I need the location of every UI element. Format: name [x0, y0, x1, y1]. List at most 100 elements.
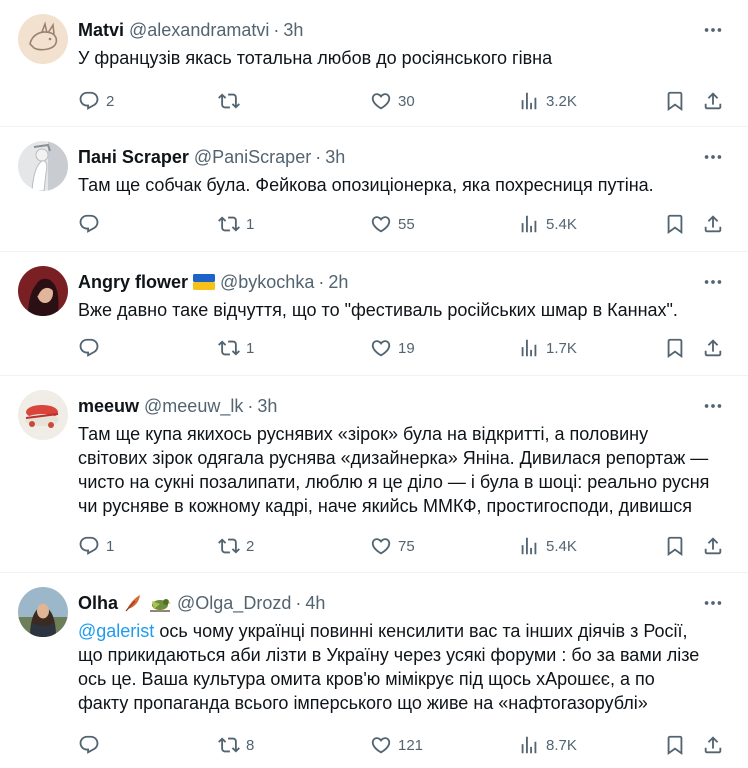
timestamp[interactable]: 3h: [257, 394, 277, 418]
retweet-button[interactable]: 8: [218, 732, 254, 758]
like-count: 121: [398, 736, 424, 754]
user-handle[interactable]: @bykochka: [220, 270, 314, 294]
reply-button[interactable]: 1: [78, 533, 114, 559]
separator-dot: ·: [273, 20, 280, 40]
share-button[interactable]: [702, 732, 724, 758]
retweet-icon: [218, 90, 240, 112]
like-count: 19: [398, 339, 415, 357]
tweet-text-line: світових зірок одягала руснява «дизайнер…: [78, 448, 709, 468]
retweet-button[interactable]: 1: [218, 211, 254, 237]
reply-button[interactable]: [78, 211, 106, 237]
tweet[interactable]: Angry flower @bykochka · 2h Вже давно та…: [0, 252, 748, 376]
retweet-button[interactable]: 2: [218, 533, 254, 559]
retweet-count: 1: [246, 215, 255, 233]
reply-button[interactable]: [78, 335, 106, 361]
tweet-text-segment: ось чому українці повинні кенсилити вас …: [154, 621, 688, 641]
views-button[interactable]: 1.7K: [518, 335, 577, 361]
tweet-text: Вже давно таке відчуття, що то "фестивал…: [78, 300, 678, 320]
reply-button[interactable]: [78, 732, 106, 758]
user-handle[interactable]: @PaniScraper: [194, 145, 311, 169]
retweet-icon: [218, 213, 240, 235]
share-button[interactable]: [702, 88, 724, 114]
tweet[interactable]: Matvi @alexandramatvi · 3h У французів я…: [0, 0, 748, 127]
like-button[interactable]: 19: [370, 335, 415, 361]
avatar[interactable]: [18, 587, 68, 637]
timestamp[interactable]: 3h: [283, 18, 303, 42]
user-handle[interactable]: @alexandramatvi: [129, 18, 269, 42]
display-name[interactable]: Angry flower: [78, 270, 188, 294]
more-options-icon[interactable]: [700, 145, 726, 169]
bookmark-button[interactable]: [664, 88, 686, 114]
bookmark-button[interactable]: [664, 533, 686, 559]
avatar[interactable]: [18, 141, 68, 191]
user-handle[interactable]: @Olga_Drozd: [177, 591, 291, 615]
tweet-text-line: чи русняве в кожному кадрі, наче якийсь …: [78, 496, 693, 516]
view-count: 8.7K: [546, 736, 577, 754]
timestamp[interactable]: 2h: [328, 270, 348, 294]
reply-button[interactable]: 2: [78, 88, 114, 114]
share-icon: [702, 535, 724, 557]
bookmark-button[interactable]: [664, 335, 686, 361]
views-button[interactable]: 3.2K: [518, 88, 577, 114]
tweet-text-line: @galerist ось чому українці повинні кенс…: [78, 619, 728, 643]
avatar[interactable]: [18, 390, 68, 440]
retweet-icon: [218, 535, 240, 557]
display-name[interactable]: Пані Scraper: [78, 145, 189, 169]
avatar[interactable]: [18, 14, 68, 64]
bird-icon: [148, 593, 172, 613]
bookmark-button[interactable]: [664, 732, 686, 758]
retweet-button[interactable]: 1: [218, 335, 254, 361]
like-button[interactable]: 75: [370, 533, 415, 559]
avatar[interactable]: [18, 266, 68, 316]
like-count: 30: [398, 92, 415, 110]
bookmark-button[interactable]: [664, 211, 686, 237]
tweet-header: meeuw @meeuw_lk · 3h: [78, 394, 688, 418]
reply-icon: [78, 337, 100, 359]
display-name[interactable]: Matvi: [78, 18, 124, 42]
like-button[interactable]: 30: [370, 88, 415, 114]
like-button[interactable]: 121: [370, 732, 423, 758]
views-icon: [518, 90, 540, 112]
display-name[interactable]: meeuw: [78, 394, 139, 418]
views-icon: [518, 535, 540, 557]
view-count: 1.7K: [546, 339, 577, 357]
views-button[interactable]: 8.7K: [518, 732, 577, 758]
like-count: 55: [398, 215, 415, 233]
tweet-text: @galerist ось чому українці повинні кенс…: [78, 619, 728, 715]
tweet-header: Olha @Olga_Drozd · 4h: [78, 591, 688, 615]
share-icon: [702, 337, 724, 359]
share-button[interactable]: [702, 533, 724, 559]
tweet-header: Matvi @alexandramatvi · 3h: [78, 18, 688, 42]
retweet-button[interactable]: [218, 88, 246, 114]
more-options-icon[interactable]: [700, 270, 726, 294]
views-button[interactable]: 5.4K: [518, 533, 577, 559]
mention-link[interactable]: @galerist: [78, 621, 154, 641]
retweet-count: 1: [246, 339, 255, 357]
tweet[interactable]: meeuw @meeuw_lk · 3h Там ще купа якихось…: [0, 376, 748, 573]
views-icon: [518, 734, 540, 756]
ukraine-flag-icon: [193, 274, 216, 290]
tweet-header: Пані Scraper @PaniScraper · 3h: [78, 145, 688, 169]
more-options-icon[interactable]: [700, 18, 726, 42]
tweet[interactable]: Пані Scraper @PaniScraper · 3h Там ще со…: [0, 127, 748, 252]
views-button[interactable]: 5.4K: [518, 211, 577, 237]
share-button[interactable]: [702, 335, 724, 361]
more-options-icon[interactable]: [700, 394, 726, 418]
tweet[interactable]: Olha @Olga_Drozd · 4h @galerist ось чому…: [0, 573, 748, 768]
display-name[interactable]: Olha: [78, 591, 118, 615]
bookmark-icon: [664, 337, 686, 359]
timestamp[interactable]: 3h: [325, 145, 345, 169]
user-handle[interactable]: @meeuw_lk: [144, 394, 243, 418]
timestamp[interactable]: 4h: [305, 591, 325, 615]
share-button[interactable]: [702, 211, 724, 237]
like-button[interactable]: 55: [370, 211, 415, 237]
separator-dot: ·: [318, 272, 325, 292]
retweet-icon: [218, 337, 240, 359]
action-bar: 1 55 5.4K: [78, 211, 732, 237]
heart-icon: [370, 90, 392, 112]
heart-icon: [370, 734, 392, 756]
more-options-icon[interactable]: [700, 591, 726, 615]
like-count: 75: [398, 537, 415, 555]
bookmark-icon: [664, 535, 686, 557]
bookmark-icon: [664, 734, 686, 756]
